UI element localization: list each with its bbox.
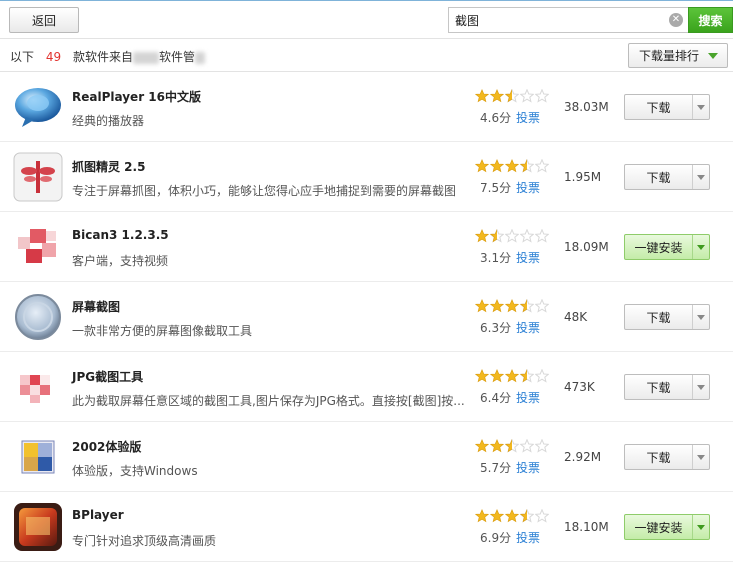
speech-bubble-icon[interactable] bbox=[12, 81, 64, 133]
lens-icon[interactable] bbox=[12, 291, 64, 343]
app-description: 客户端，支持视频 bbox=[72, 254, 169, 268]
blurred-text bbox=[194, 51, 205, 64]
rating-stars bbox=[475, 159, 550, 173]
grid-icon[interactable] bbox=[12, 431, 64, 483]
app-row: RealPlayer 16中文版 经典的播放器 4.6分 投票 38.03M 下载 bbox=[0, 72, 733, 142]
download-label: 下载 bbox=[625, 165, 693, 189]
download-button[interactable]: 下载 bbox=[624, 374, 710, 400]
app-size: 1.95M bbox=[564, 170, 602, 184]
summary-prefix: 以下 bbox=[10, 50, 35, 64]
vote-link[interactable]: 投票 bbox=[516, 109, 540, 126]
install-button[interactable]: 一键安装 bbox=[624, 514, 710, 540]
app-size: 48K bbox=[564, 310, 588, 324]
chevron-down-icon[interactable] bbox=[693, 235, 709, 259]
rating-stars bbox=[475, 299, 550, 313]
app-score: 7.5分 bbox=[480, 181, 512, 195]
app-row: JPG截图工具此为截取屏幕任意区域的截图工具,图片保存为JPG格式。直接按[截图… bbox=[0, 352, 733, 422]
summary-suffix: 软件管 bbox=[158, 50, 195, 64]
rating-stars bbox=[475, 509, 550, 523]
vote-link[interactable]: 投票 bbox=[516, 459, 540, 476]
app-name[interactable]: Bican3 1.2.3.5 bbox=[72, 228, 169, 242]
download-label: 一键安装 bbox=[625, 515, 693, 539]
app-description: 专注于屏幕抓图，体积小巧，能够让您得心应手地捕捉到需要的屏幕截图 bbox=[72, 184, 457, 198]
top-toolbar: 返回 ✕ 搜索 bbox=[0, 0, 733, 40]
download-button[interactable]: 下载 bbox=[624, 94, 710, 120]
search-box[interactable]: ✕ bbox=[448, 7, 689, 33]
pixel-square-icon[interactable] bbox=[12, 361, 64, 413]
close-circle-icon[interactable]: ✕ bbox=[669, 13, 683, 27]
sort-dropdown[interactable]: 下载量排行 bbox=[628, 43, 728, 68]
app-description: 体验版，支持Windows bbox=[72, 464, 198, 478]
app-name[interactable]: RealPlayer 16中文版 bbox=[72, 88, 201, 105]
app-row: 屏幕截图一款非常方便的屏幕图像截取工具 6.3分 投票 48K 下载 bbox=[0, 282, 733, 352]
vote-link[interactable]: 投票 bbox=[516, 249, 540, 266]
app-score: 3.1分 bbox=[480, 251, 512, 265]
app-name[interactable]: 抓图精灵 2.5 bbox=[72, 158, 145, 175]
app-name[interactable]: JPG截图工具 bbox=[72, 368, 143, 385]
app-size: 38.03M bbox=[564, 100, 609, 114]
app-name[interactable]: BPlayer bbox=[72, 508, 124, 522]
search-input[interactable] bbox=[455, 13, 655, 27]
pixel-cross-icon[interactable] bbox=[12, 221, 64, 273]
app-row: Bican3 1.2.3.5 客户端，支持视频 3.1分 投票 18.09M 一键安装 bbox=[0, 212, 733, 282]
download-label: 下载 bbox=[625, 445, 693, 469]
rating-stars bbox=[475, 229, 550, 243]
chevron-down-icon[interactable] bbox=[693, 165, 709, 189]
app-row: BPlayer 专门针对追求顶级高清画质 6.9分 投票 18.10M 一键安装 bbox=[0, 492, 733, 562]
blurred-text bbox=[132, 51, 159, 64]
chevron-down-icon bbox=[708, 53, 718, 59]
app-description: 一款非常方便的屏幕图像截取工具 bbox=[72, 324, 253, 338]
app-row: 抓图精灵 2.5 专注于屏幕抓图，体积小巧，能够让您得心应手地捕捉到需要的屏幕截图… bbox=[0, 142, 733, 212]
app-description: 专门针对追求顶级高清画质 bbox=[72, 534, 217, 548]
app-name[interactable]: 2002体验版 bbox=[72, 438, 141, 455]
download-label: 一键安装 bbox=[625, 235, 693, 259]
vote-link[interactable]: 投票 bbox=[516, 319, 540, 336]
app-size: 2.92M bbox=[564, 450, 602, 464]
dragonfly-icon[interactable] bbox=[12, 151, 64, 203]
app-description: 经典的播放器 bbox=[72, 114, 145, 128]
result-summary-bar: 以下 49 款软件来自 软件管 下载量排行 bbox=[0, 38, 733, 72]
download-label: 下载 bbox=[625, 305, 693, 329]
app-score: 6.3分 bbox=[480, 321, 512, 335]
app-row: 2002体验版体验版，支持Windows 5.7分 投票 2.92M 下载 bbox=[0, 422, 733, 492]
vote-link[interactable]: 投票 bbox=[516, 529, 540, 546]
app-name[interactable]: 屏幕截图 bbox=[72, 298, 120, 315]
chevron-down-icon[interactable] bbox=[693, 95, 709, 119]
chevron-down-icon[interactable] bbox=[693, 515, 709, 539]
download-button[interactable]: 下载 bbox=[624, 304, 710, 330]
rating-stars bbox=[475, 439, 550, 453]
vote-link[interactable]: 投票 bbox=[516, 179, 540, 196]
download-button[interactable]: 下载 bbox=[624, 444, 710, 470]
app-size: 473K bbox=[564, 380, 595, 394]
app-description: 此为截取屏幕任意区域的截图工具,图片保存为JPG格式。直接按[截图]按... bbox=[72, 394, 464, 408]
install-button[interactable]: 一键安装 bbox=[624, 234, 710, 260]
vote-link[interactable]: 投票 bbox=[516, 389, 540, 406]
back-button[interactable]: 返回 bbox=[9, 7, 79, 33]
app-score: 4.6分 bbox=[480, 111, 512, 125]
result-count: 49 bbox=[45, 50, 62, 64]
search-button[interactable]: 搜索 bbox=[688, 7, 733, 33]
summary-middle: 款软件来自 bbox=[72, 50, 133, 64]
download-label: 下载 bbox=[625, 95, 693, 119]
sort-label: 下载量排行 bbox=[639, 49, 700, 63]
chevron-down-icon[interactable] bbox=[693, 375, 709, 399]
app-size: 18.10M bbox=[564, 520, 609, 534]
app-score: 6.4分 bbox=[480, 391, 512, 405]
app-score: 5.7分 bbox=[480, 461, 512, 475]
chevron-down-icon[interactable] bbox=[693, 305, 709, 329]
rating-stars bbox=[475, 89, 550, 103]
app-size: 18.09M bbox=[564, 240, 609, 254]
chevron-down-icon[interactable] bbox=[693, 445, 709, 469]
app-score: 6.9分 bbox=[480, 531, 512, 545]
rating-stars bbox=[475, 369, 550, 383]
player-icon[interactable] bbox=[12, 501, 64, 553]
download-button[interactable]: 下载 bbox=[624, 164, 710, 190]
download-label: 下载 bbox=[625, 375, 693, 399]
result-summary: 以下 49 款软件来自 软件管 bbox=[10, 48, 205, 65]
